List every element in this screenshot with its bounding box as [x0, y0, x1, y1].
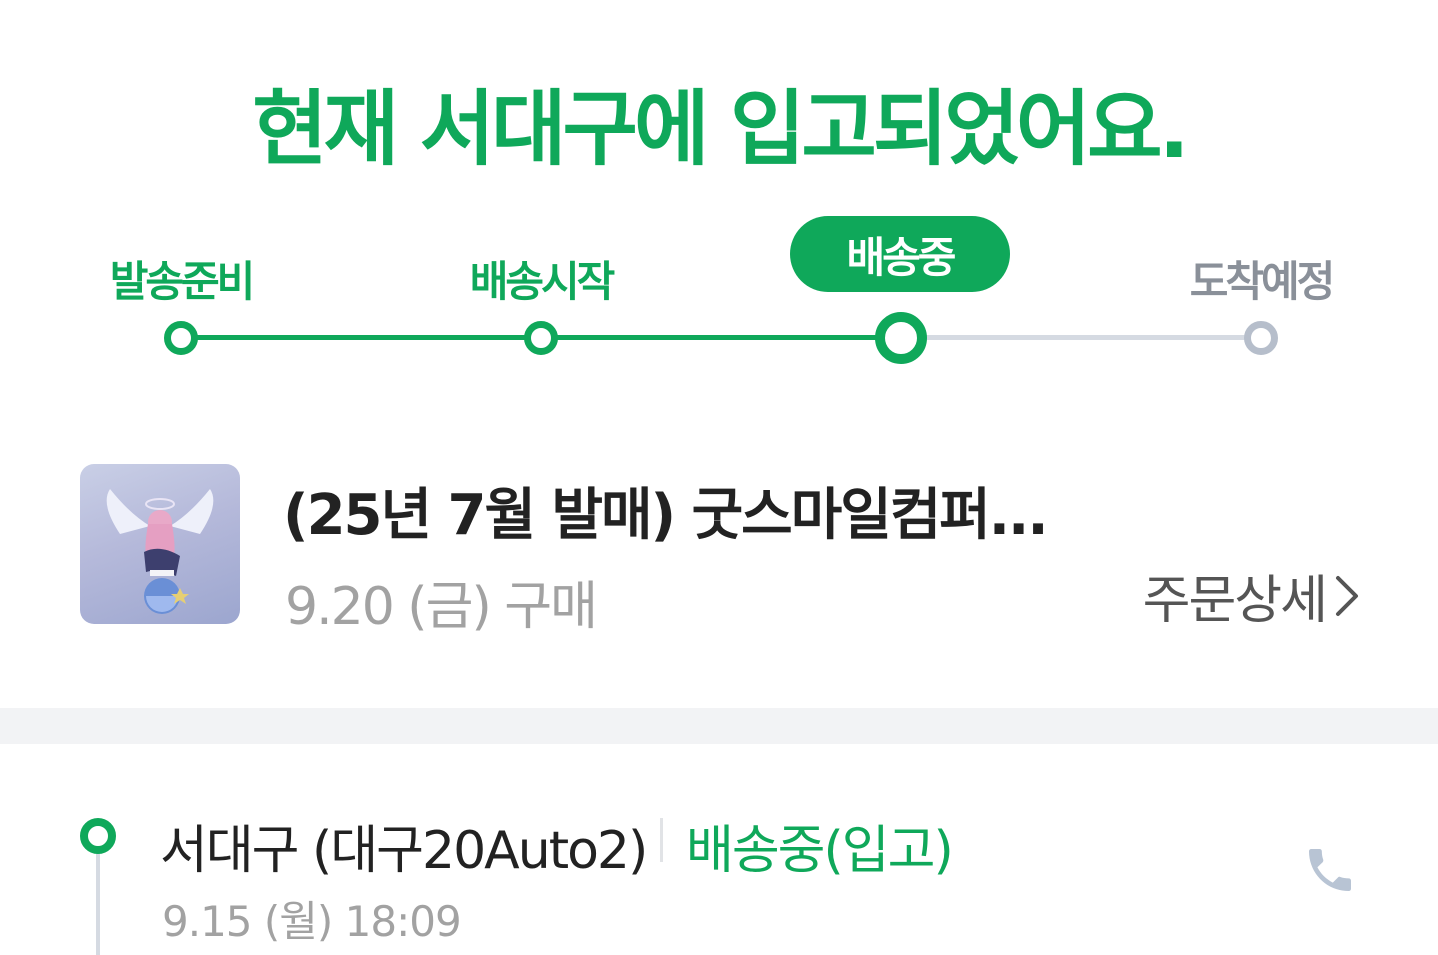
step-label-preparing: 발송준비 [109, 257, 256, 306]
delivery-tracking-page: 현재 서대구에 입고되었어요. 발송준비 배송시작 배송중 도착예정 (25년 … [0, 0, 1438, 955]
step-dot-arrival-expected [1244, 321, 1278, 355]
chevron-right-icon [1336, 575, 1358, 616]
location-status-separator [660, 818, 663, 862]
order-detail-link[interactable]: 주문상세 [1143, 558, 1360, 633]
section-divider [0, 708, 1438, 744]
tracking-timestamp: 9.15 (월) 18:09 [162, 897, 462, 946]
product-thumbnail[interactable] [80, 464, 240, 624]
step-dot-in-transit [875, 312, 927, 364]
product-title[interactable]: (25년 7월 발매) 굿스마일컴퍼... [283, 470, 1049, 551]
step-label-shipping-started: 배송시작 [469, 257, 616, 306]
step-dot-preparing [164, 321, 198, 355]
timeline-line [96, 846, 100, 955]
step-dot-shipping-started [524, 321, 558, 355]
tracking-status: 배송중(입고) [686, 821, 954, 881]
timeline-dot [80, 818, 116, 854]
step-label-in-transit-current: 배송중 [790, 216, 1010, 292]
step-label-arrival-expected: 도착예정 [1189, 257, 1336, 306]
order-detail-label: 주문상세 [1142, 571, 1328, 631]
phone-icon[interactable] [1302, 842, 1358, 898]
purchase-date: 9.20 (금) 구매 [285, 577, 598, 637]
page-headline: 현재 서대구에 입고되었어요. [252, 82, 1190, 177]
tracking-location: 서대구 (대구20Auto2) [160, 821, 648, 881]
progress-track-remaining [901, 335, 1261, 340]
